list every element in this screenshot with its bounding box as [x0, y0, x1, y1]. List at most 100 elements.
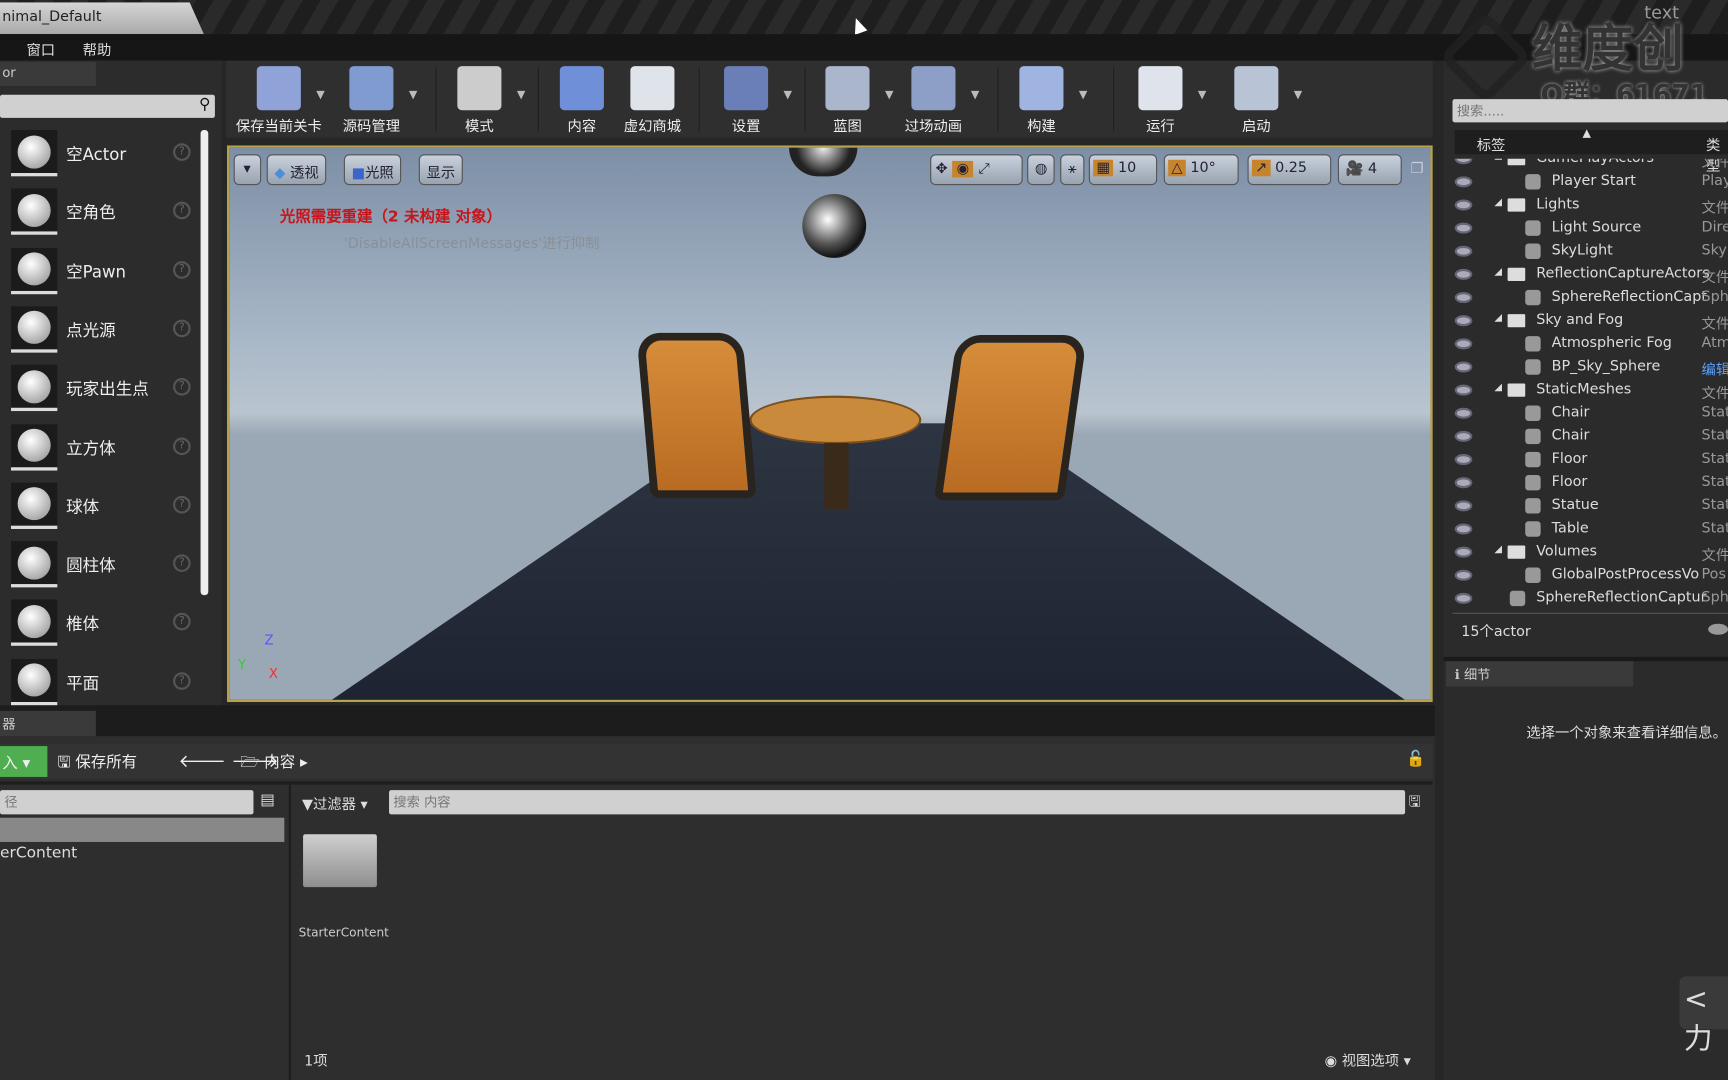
outliner-row[interactable]: Chair Stat	[1444, 402, 1728, 425]
scale-snap[interactable]: ↗ 0.25	[1247, 154, 1332, 186]
visibility-eye-icon[interactable]	[1454, 315, 1473, 327]
details-tab[interactable]: ℹ 细节	[1445, 661, 1634, 687]
help-icon[interactable]: ?	[173, 202, 191, 220]
level-viewport[interactable]: ▾ ◆ 透视 ■光照 显示 ✥ ◉ ⤢ ◍ ⚹ ▦ 10 △ 10° ↗ 0.2…	[227, 145, 1433, 702]
help-icon[interactable]: ?	[173, 378, 191, 396]
visibility-eye-icon[interactable]	[1454, 222, 1473, 234]
outliner-row[interactable]: SphereReflectionCaptur Sph	[1444, 587, 1728, 610]
filter-button[interactable]: ▼过滤器 ▾	[302, 792, 368, 814]
toolbar-button[interactable]: 构建 ▼	[997, 61, 1087, 138]
outliner-row[interactable]: Atmospheric Fog Atm	[1444, 333, 1728, 356]
outliner-row[interactable]: Player Start Play	[1444, 171, 1728, 194]
place-search-input[interactable]: ⚲	[0, 94, 215, 118]
visibility-eye-icon[interactable]	[1454, 430, 1473, 442]
place-item[interactable]: 空Pawn?	[9, 243, 194, 298]
toolbar-button[interactable]: 蓝图 ▼	[803, 61, 893, 138]
visibility-eye-icon[interactable]	[1454, 407, 1473, 419]
toolbar-button[interactable]: 保存当前关卡 ▼	[235, 61, 325, 138]
place-item[interactable]: 玩家出生点?	[9, 361, 194, 416]
help-icon[interactable]: ?	[173, 495, 191, 514]
visibility-eye-icon[interactable]	[1454, 338, 1473, 350]
visibility-eye-icon[interactable]	[1454, 361, 1473, 373]
outliner-row[interactable]: Floor Stat	[1444, 449, 1728, 472]
outliner-row[interactable]: Chair Stat	[1444, 425, 1728, 448]
import-button[interactable]: 入 ▾	[0, 746, 48, 777]
camera-speed[interactable]: 🎥 4	[1337, 154, 1402, 186]
perspective-button[interactable]: ◆ 透视	[266, 154, 327, 186]
content-browser-tab[interactable]: 器	[0, 710, 96, 737]
outliner-row[interactable]: Light Source Dire	[1444, 217, 1728, 240]
show-button[interactable]: 显示	[418, 154, 463, 186]
toolbar-button[interactable]: 源码管理 ▼	[327, 61, 417, 138]
dropdown-arrow-icon[interactable]: ▼	[1198, 89, 1206, 101]
place-item[interactable]: 空角色?	[9, 184, 194, 239]
visibility-eye-icon[interactable]	[1454, 176, 1473, 188]
toolbar-button[interactable]: 启动 ▼	[1212, 61, 1302, 138]
outliner-row[interactable]: SphereReflectionCapt Sph	[1444, 287, 1728, 310]
expand-arrow-icon[interactable]: ◢	[1494, 382, 1502, 393]
toolbar-button[interactable]: 虚幻商城	[608, 61, 696, 138]
place-panel-tab[interactable]: or	[0, 61, 96, 86]
col-label[interactable]: 标签	[1477, 133, 1506, 155]
outliner-row[interactable]: SkyLight Sky	[1444, 240, 1728, 263]
save-all-button[interactable]: 🖫 保存所有	[57, 750, 137, 776]
help-icon[interactable]: ?	[173, 613, 191, 631]
visibility-eye-icon[interactable]	[1454, 477, 1473, 489]
dropdown-arrow-icon[interactable]: ▼	[409, 89, 417, 101]
help-icon[interactable]: ?	[173, 554, 191, 573]
visibility-eye-icon[interactable]	[1454, 592, 1473, 604]
outliner-row[interactable]: ◢ Lights 文件	[1444, 194, 1728, 217]
place-item[interactable]: 平面?	[9, 654, 194, 709]
tree-options-icon[interactable]: ▤	[260, 791, 275, 809]
dropdown-arrow-icon[interactable]: ▼	[784, 89, 792, 101]
visibility-eye-icon[interactable]	[1454, 500, 1473, 512]
path-search-input[interactable]: 径	[0, 790, 254, 815]
visibility-eye-icon[interactable]	[1454, 454, 1473, 466]
starter-content-folder[interactable]	[303, 834, 377, 888]
view-options-button[interactable]: ◉ 视图选项 ▾	[1325, 1049, 1411, 1071]
maximize-viewport-icon[interactable]: ❐	[1411, 161, 1424, 178]
expand-arrow-icon[interactable]: ◢	[1494, 313, 1502, 324]
help-icon[interactable]: ?	[173, 260, 191, 279]
transform-tools[interactable]: ✥ ◉ ⤢	[930, 154, 1023, 186]
visibility-eye-icon[interactable]	[1454, 199, 1473, 211]
dropdown-arrow-icon[interactable]: ▼	[517, 89, 525, 101]
view-options-eye-icon[interactable]	[1708, 623, 1728, 635]
grid-snap[interactable]: ▦ 10	[1088, 154, 1158, 186]
place-item[interactable]: 点光源?	[9, 302, 194, 357]
outliner-row[interactable]: BP_Sky_Sphere 编辑	[1444, 356, 1728, 379]
surface-snap-button[interactable]: ⚹	[1060, 154, 1085, 186]
tree-selected-row[interactable]	[0, 817, 285, 842]
dropdown-arrow-icon[interactable]: ▼	[1079, 89, 1087, 101]
outliner-row[interactable]: ◢ Volumes 文件	[1444, 541, 1728, 564]
visibility-eye-icon[interactable]	[1454, 268, 1473, 280]
place-item[interactable]: 圆柱体?	[9, 537, 194, 592]
dropdown-arrow-icon[interactable]: ▼	[971, 89, 979, 101]
place-scrollbar[interactable]	[200, 130, 209, 596]
help-icon[interactable]: ?	[173, 319, 191, 338]
expand-arrow-icon[interactable]: ◢	[1494, 197, 1502, 208]
toolbar-button[interactable]: 设置 ▼	[702, 61, 792, 138]
outliner-row[interactable]: ◢ ReflectionCaptureActors 文件	[1444, 263, 1728, 287]
document-tab[interactable]: nimal_Default	[0, 2, 204, 35]
viewport-options-button[interactable]: ▾	[233, 154, 261, 186]
visibility-eye-icon[interactable]	[1454, 523, 1473, 535]
toolbar-button[interactable]: 运行 ▼	[1116, 61, 1206, 138]
outliner-search-input[interactable]: 搜索.....	[1452, 99, 1728, 123]
tree-item[interactable]: erContent	[0, 844, 77, 862]
toolbar-button[interactable]: 过场动画 ▼	[889, 61, 979, 138]
world-local-button[interactable]: ◍	[1027, 154, 1056, 186]
help-icon[interactable]: ?	[173, 436, 191, 455]
place-item[interactable]: 椎体?	[9, 596, 194, 651]
content-search-input[interactable]: 搜索 内容	[389, 790, 1406, 815]
visibility-eye-icon[interactable]	[1454, 384, 1473, 396]
help-icon[interactable]: ?	[173, 671, 191, 690]
visibility-eye-icon[interactable]	[1454, 245, 1473, 257]
outliner-row[interactable]: Statue Stat	[1444, 495, 1728, 518]
dropdown-arrow-icon[interactable]: ▼	[316, 89, 324, 101]
menu-help[interactable]: 帮助	[83, 39, 112, 60]
place-item[interactable]: 立方体?	[9, 419, 194, 474]
toolbar-button[interactable]: 模式 ▼	[435, 61, 525, 138]
place-item[interactable]: 球体?	[9, 478, 194, 533]
visibility-eye-icon[interactable]	[1454, 569, 1473, 581]
